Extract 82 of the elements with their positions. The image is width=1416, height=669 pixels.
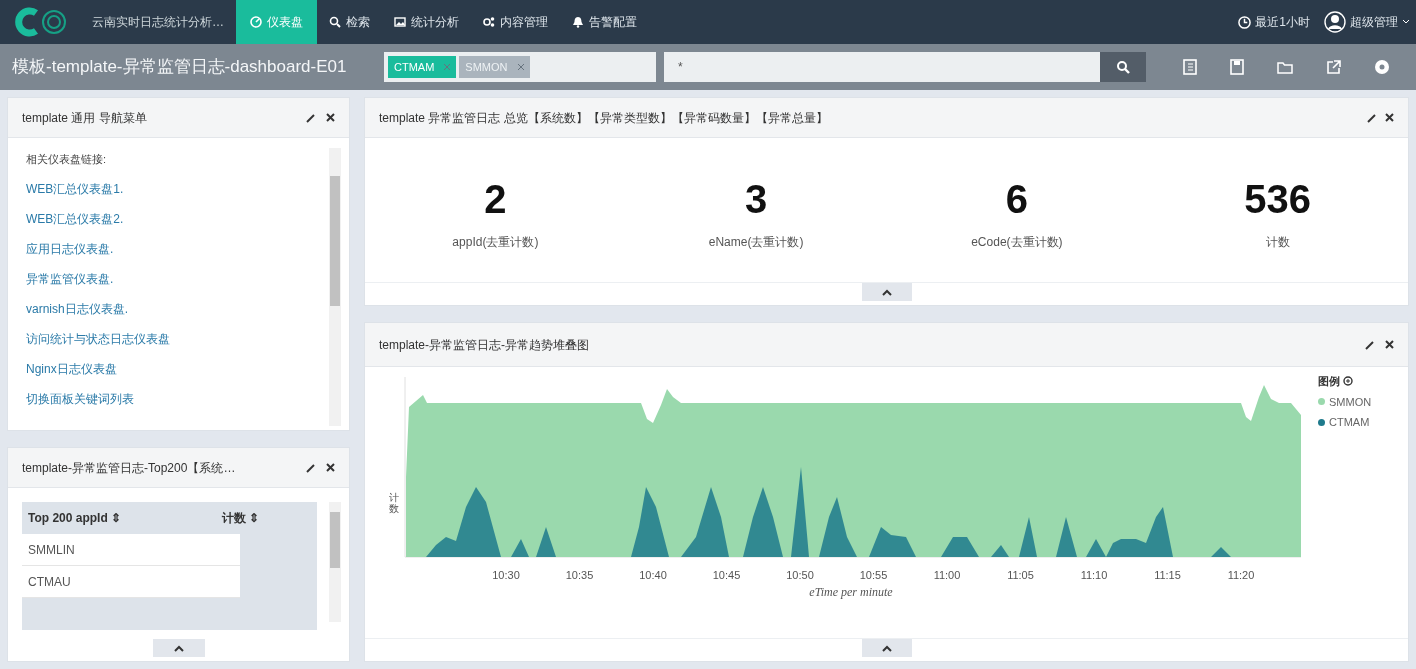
collapse-button[interactable] [861, 283, 912, 301]
dashboard-link[interactable]: 切换面板关键词列表 [26, 389, 329, 408]
search-icon [329, 16, 341, 28]
panel-title: template-异常监管日志-Top200【系统… [22, 459, 237, 477]
axis-tick-label: 11:15 [1154, 568, 1181, 583]
document-icon [1182, 59, 1197, 75]
user-menu[interactable]: 超级管理 [1350, 13, 1398, 31]
scrollbar[interactable] [329, 148, 341, 426]
metric-value: 6 [1005, 179, 1028, 219]
table-cell: SMMLIN [22, 534, 240, 566]
gears-icon [483, 16, 495, 28]
axis-tick-label: 11:05 [1007, 568, 1034, 583]
dashboard-link[interactable]: WEB汇总仪表盘1. [26, 179, 329, 198]
edit-icon[interactable] [306, 462, 316, 473]
collapse-button[interactable] [152, 639, 205, 657]
user-avatar-icon [1324, 11, 1346, 33]
panel-title: template-异常监管日志-异常趋势堆叠图 [379, 336, 591, 354]
axis-tick-label: 11:20 [1227, 568, 1255, 583]
app-title[interactable]: 云南实时日志统计分析… [80, 0, 236, 44]
axis-tick-label: 10:30 [492, 568, 520, 583]
dashboard-title: 模板-template-异常监管日志-dashboard-E01 [11, 56, 348, 79]
edit-icon[interactable] [1365, 339, 1375, 350]
chevron-up-icon [881, 644, 892, 652]
nav-tab[interactable]: 告警配置 [560, 0, 649, 44]
axis-tick-label: 10:55 [859, 568, 888, 583]
chevron-up-icon [881, 288, 892, 296]
collapse-button[interactable] [861, 639, 912, 657]
scrollbar[interactable] [329, 502, 341, 622]
nav-tab[interactable]: 统计分析 [382, 0, 471, 44]
time-range-link[interactable]: 最近1小时 [1255, 13, 1310, 31]
add-icon[interactable] [1343, 376, 1353, 387]
metric-label: appId(去重计数) [452, 234, 539, 251]
chevron-up-icon [173, 644, 184, 652]
close-icon[interactable] [1385, 113, 1394, 122]
legend-title: 图例 [1318, 374, 1340, 389]
metric-value: 3 [745, 179, 768, 219]
edit-icon[interactable] [1367, 112, 1377, 123]
query-field[interactable]: * [664, 52, 1100, 82]
dashboard-link[interactable]: varnish日志仪表盘. [26, 299, 329, 318]
metric-label: 计数 [1265, 234, 1290, 251]
list-heading: 相关仪表盘链接: [26, 152, 108, 167]
search-button[interactable] [1100, 52, 1146, 82]
close-icon[interactable] [1385, 340, 1394, 349]
axis-tick-label: 10:35 [565, 568, 594, 583]
legend-label[interactable]: CTMAM [1329, 414, 1370, 431]
metric-label: eName(去重计数) [708, 234, 804, 251]
panel-title: template 异常监管日志 总览【系统数】【异常类型数】【异常码数量】【异常总量】 [379, 109, 829, 127]
dashboard-link[interactable]: 异常监管仪表盘. [26, 269, 329, 288]
bell-icon [572, 16, 584, 28]
settings-icon [1373, 59, 1390, 75]
column-header[interactable]: Top 200 appId ⇕ [22, 509, 222, 527]
gauge-icon [250, 16, 262, 28]
search-icon [1116, 60, 1130, 74]
dashboard-link[interactable]: 访问统计与状态日志仪表盘 [26, 329, 329, 348]
metric-value: 536 [1244, 179, 1311, 219]
axis-tick-label: 10:50 [786, 568, 814, 583]
nav-tab[interactable]: 内容管理 [471, 0, 560, 44]
panel-title: template 通用 导航菜单 [22, 109, 148, 127]
axis-tick-label: 11:00 [933, 568, 961, 583]
nav-tab[interactable]: 检索 [317, 0, 382, 44]
dashboard-link[interactable]: 应用日志仪表盘. [26, 239, 329, 258]
axis-label: eTime per minute [809, 584, 893, 601]
metric-value: 2 [484, 179, 507, 219]
external-link-icon [1325, 59, 1341, 75]
table-cell: CTMAU [22, 566, 240, 598]
dashboard-link[interactable]: WEB汇总仪表盘2. [26, 209, 329, 228]
close-icon[interactable] [326, 113, 335, 122]
axis-tick-label: 11:10 [1080, 568, 1108, 583]
metric-label: eCode(去重计数) [971, 234, 1063, 251]
image-icon [394, 16, 406, 28]
axis-label: 计数 [389, 491, 399, 514]
close-icon[interactable] [326, 463, 335, 472]
clock-icon [1238, 15, 1252, 29]
save-icon [1229, 59, 1244, 75]
edit-icon[interactable] [306, 112, 316, 123]
axis-tick-label: 10:45 [712, 568, 741, 583]
axis-tick-label: 10:40 [639, 568, 667, 583]
legend-label[interactable]: SMMON [1329, 393, 1372, 410]
column-header[interactable]: 计数 ⇕ [222, 509, 260, 527]
folder-icon [1276, 60, 1293, 74]
caret-icon [1402, 19, 1410, 25]
dashboard-link[interactable]: Nginx日志仪表盘 [26, 359, 329, 378]
